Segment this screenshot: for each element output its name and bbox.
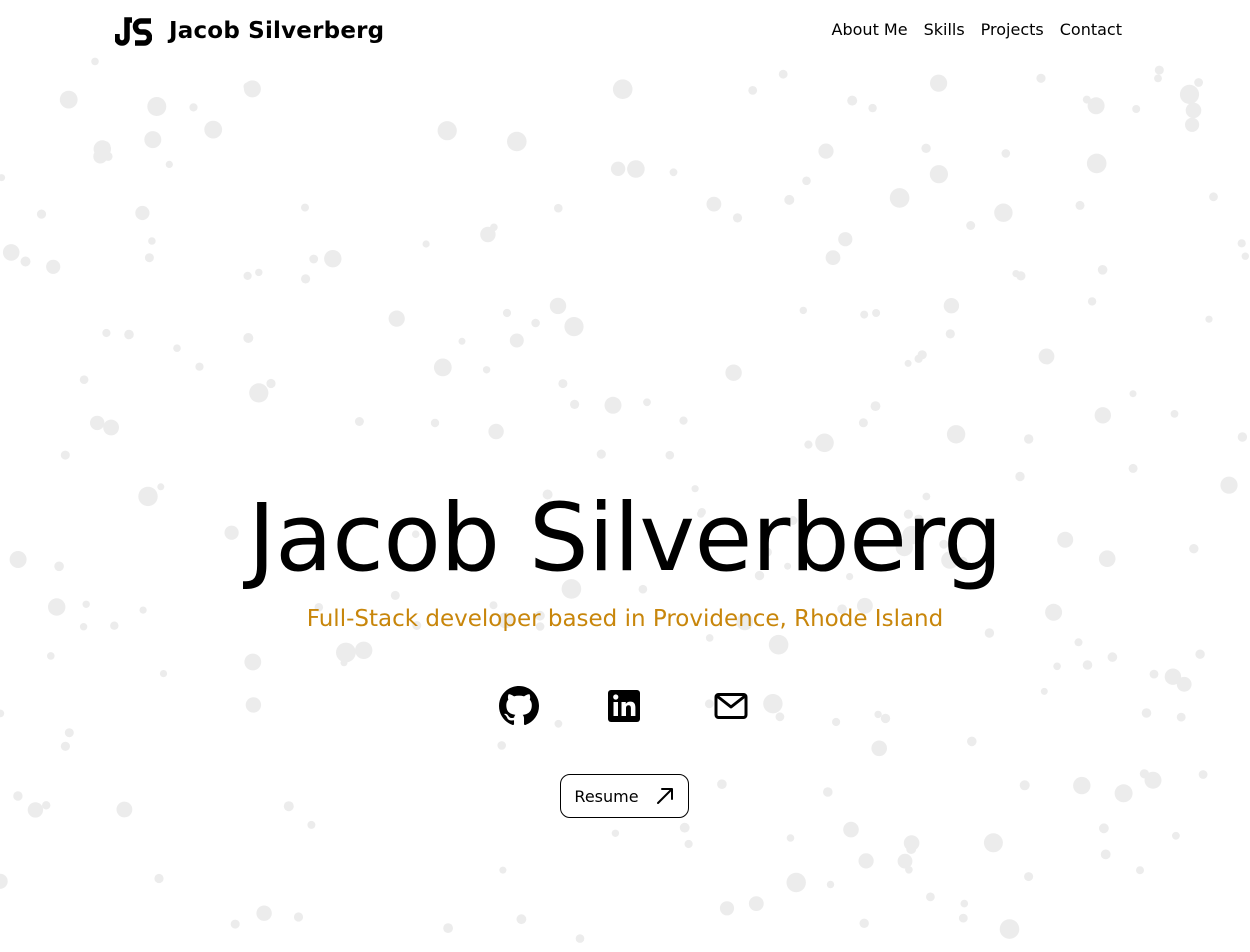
nav-contact[interactable]: Contact <box>1060 20 1122 39</box>
social-links <box>0 686 1250 726</box>
resume-button[interactable]: Resume <box>560 774 689 818</box>
page: Jacob Silverberg About Me Skills Project… <box>0 0 1250 952</box>
js-logo-icon <box>115 17 152 46</box>
email-link[interactable] <box>711 686 751 726</box>
arrow-up-right-icon <box>656 788 673 804</box>
brand-home-link[interactable]: Jacob Silverberg <box>115 16 384 46</box>
nav-skills[interactable]: Skills <box>924 20 965 39</box>
top-navigation-bar: Jacob Silverberg About Me Skills Project… <box>0 0 1250 64</box>
nav-about-me[interactable]: About Me <box>832 20 908 39</box>
mail-icon <box>714 693 748 719</box>
hero-section: Jacob Silverberg Full-Stack developer ba… <box>0 0 1250 952</box>
hero-title: Jacob Silverberg <box>247 484 1003 593</box>
main-nav: About Me Skills Projects Contact <box>832 20 1122 39</box>
nav-projects[interactable]: Projects <box>981 20 1044 39</box>
github-icon <box>499 686 539 726</box>
hero-subtitle: Full-Stack developer based in Providence… <box>306 606 944 632</box>
github-link[interactable] <box>499 686 539 726</box>
linkedin-link[interactable] <box>605 686 645 726</box>
brand-name: Jacob Silverberg <box>169 18 385 44</box>
resume-button-label: Resume <box>574 786 639 806</box>
linkedin-icon <box>608 690 640 722</box>
